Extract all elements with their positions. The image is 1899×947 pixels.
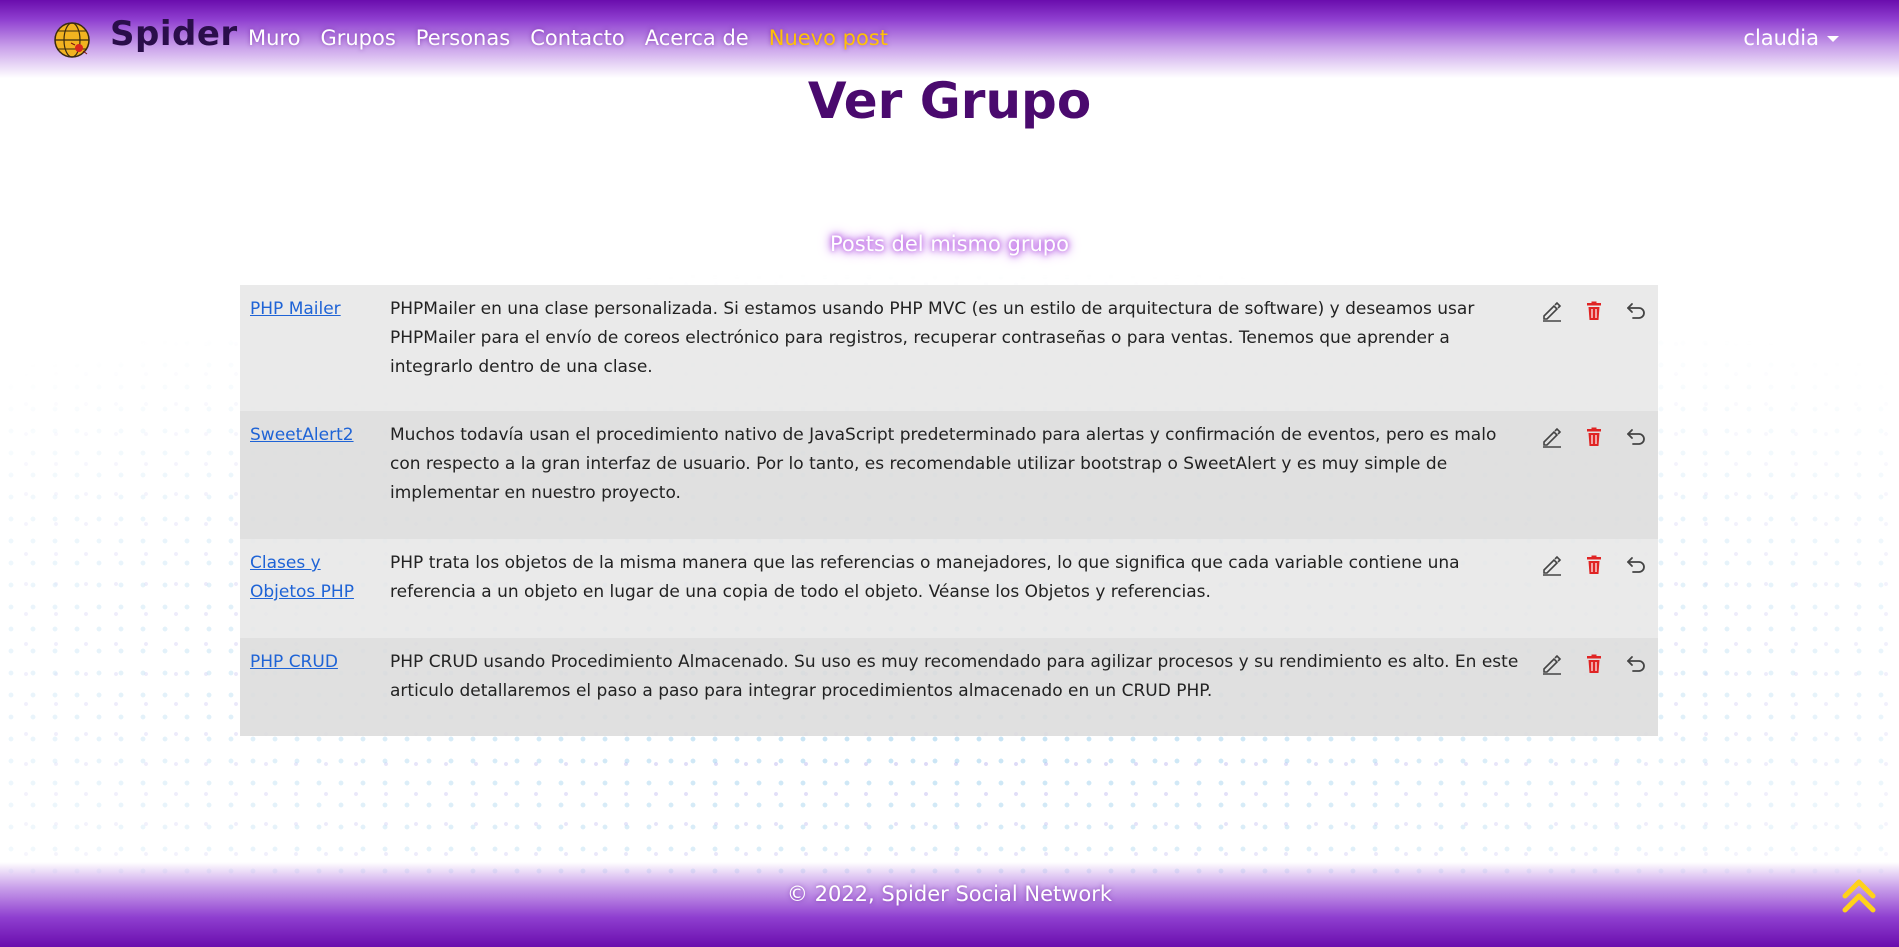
nav-link-acerca-de[interactable]: Acerca de [645, 26, 749, 50]
trash-icon[interactable] [1582, 299, 1606, 323]
caret-down-icon [1827, 36, 1839, 42]
pencil-icon[interactable] [1540, 652, 1564, 676]
user-name: claudia [1743, 26, 1819, 50]
post-description: Muchos todavía usan el procedimiento nat… [390, 425, 1497, 503]
nav-link-nuevo-post[interactable]: Nuevo post [769, 26, 888, 50]
posts-table: PHP Mailer PHPMailer en una clase person… [240, 285, 1658, 736]
post-description: PHP trata los objetos de la misma manera… [390, 553, 1460, 602]
footer: © 2022, Spider Social Network [0, 862, 1899, 947]
undo-arrow-icon[interactable] [1624, 425, 1648, 449]
post-title-link[interactable]: PHP Mailer [250, 299, 341, 319]
post-actions [1540, 425, 1648, 449]
page-title: Ver Grupo [807, 72, 1092, 130]
copyright-text: © 2022, Spider Social Network [786, 882, 1113, 906]
trash-icon[interactable] [1582, 553, 1606, 577]
pencil-icon[interactable] [1540, 425, 1564, 449]
pencil-icon[interactable] [1540, 553, 1564, 577]
navbar: Spider Muro Grupos Personas Contacto Ace… [0, 0, 1899, 78]
nav-link-personas[interactable]: Personas [416, 26, 510, 50]
post-title-link[interactable]: PHP CRUD [250, 652, 338, 672]
post-title-link[interactable]: Clases y Objetos PHP [250, 553, 354, 602]
nav-link-muro[interactable]: Muro [248, 26, 300, 50]
post-actions [1540, 299, 1648, 323]
user-menu-dropdown[interactable]: claudia [1743, 26, 1839, 50]
undo-arrow-icon[interactable] [1624, 553, 1648, 577]
scroll-to-top-icon[interactable] [1841, 876, 1877, 916]
undo-arrow-icon[interactable] [1624, 299, 1648, 323]
nav-link-contacto[interactable]: Contacto [530, 26, 625, 50]
nav-link-grupos[interactable]: Grupos [320, 26, 395, 50]
post-description: PHPMailer en una clase personalizada. Si… [390, 299, 1475, 377]
post-actions [1540, 553, 1648, 577]
brand-name[interactable]: Spider [110, 14, 238, 54]
post-description: PHP CRUD usando Procedimiento Almacenado… [390, 652, 1519, 701]
undo-arrow-icon[interactable] [1624, 652, 1648, 676]
post-row: PHP Mailer PHPMailer en una clase person… [240, 285, 1658, 411]
section-title: Posts del mismo grupo [830, 232, 1069, 256]
post-title-link[interactable]: SweetAlert2 [250, 425, 354, 445]
main-nav: Muro Grupos Personas Contacto Acerca de … [248, 26, 888, 50]
trash-icon[interactable] [1582, 652, 1606, 676]
spider-globe-logo-icon[interactable] [52, 20, 92, 60]
trash-icon[interactable] [1582, 425, 1606, 449]
post-row: SweetAlert2 Muchos todavía usan el proce… [240, 411, 1658, 539]
post-row: Clases y Objetos PHP PHP trata los objet… [240, 539, 1658, 638]
post-row: PHP CRUD PHP CRUD usando Procedimiento A… [240, 638, 1658, 736]
post-actions [1540, 652, 1648, 676]
pencil-icon[interactable] [1540, 299, 1564, 323]
